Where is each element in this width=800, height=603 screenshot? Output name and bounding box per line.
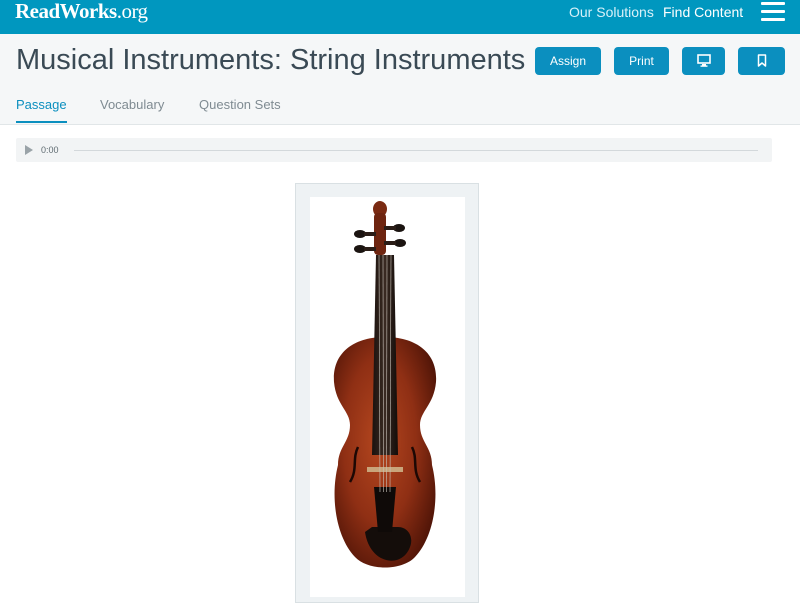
audio-progress-track[interactable]	[74, 150, 758, 151]
violin-image	[310, 197, 465, 597]
bookmark-icon	[757, 54, 766, 67]
violin-illustration	[333, 201, 437, 568]
top-navigation-bar: ReadWorks.org Our Solutions Find Content	[0, 0, 800, 34]
hamburger-menu-icon[interactable]	[761, 2, 785, 22]
assign-button[interactable]: Assign	[535, 47, 601, 75]
logo-main-text: ReadWorks	[15, 0, 117, 23]
passage-header: Musical Instruments: String Instruments …	[0, 34, 800, 125]
tab-vocabulary[interactable]: Vocabulary	[100, 97, 164, 113]
logo-tld-text: .org	[116, 0, 148, 23]
monitor-icon	[696, 54, 711, 67]
present-button[interactable]	[682, 47, 725, 75]
tab-question-sets[interactable]: Question Sets	[199, 97, 281, 113]
audio-player: 0:00	[16, 138, 772, 162]
play-icon[interactable]	[25, 145, 33, 155]
tab-passage[interactable]: Passage	[16, 97, 67, 113]
page-title: Musical Instruments: String Instruments	[16, 44, 526, 76]
readworks-logo[interactable]: ReadWorks.org	[15, 0, 148, 24]
nav-find-content[interactable]: Find Content	[663, 3, 743, 21]
bookmark-button[interactable]	[738, 47, 785, 75]
audio-current-time: 0:00	[41, 145, 59, 155]
print-button[interactable]: Print	[614, 47, 669, 75]
passage-image-frame	[295, 183, 479, 603]
nav-our-solutions[interactable]: Our Solutions	[569, 3, 654, 21]
active-tab-indicator	[16, 121, 67, 123]
